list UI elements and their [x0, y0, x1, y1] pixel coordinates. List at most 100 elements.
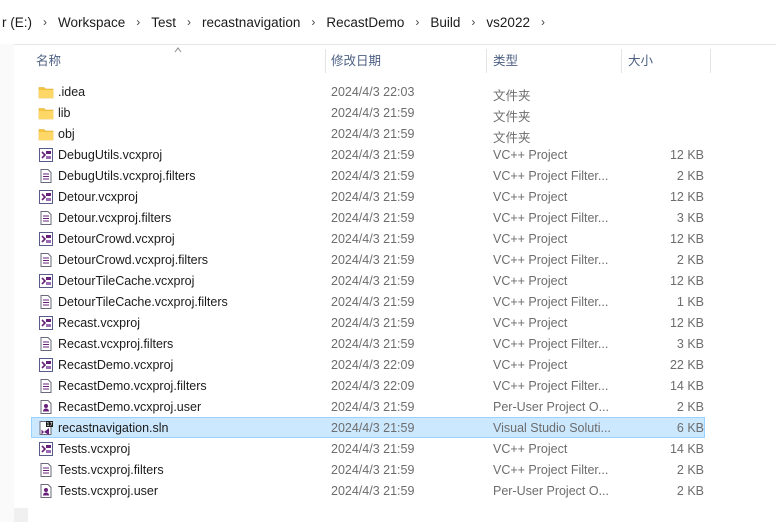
- folder-icon: [38, 105, 54, 121]
- file-date: 2024/4/3 21:59: [331, 274, 415, 288]
- vcxproj-icon: [38, 357, 54, 373]
- file-date: 2024/4/3 22:03: [331, 85, 415, 99]
- file-type: VC++ Project Filter...: [493, 379, 609, 393]
- filters-file-icon: [38, 378, 54, 394]
- filters-file-icon: [38, 168, 54, 184]
- file-name: DebugUtils.vcxproj: [58, 148, 163, 162]
- vcxproj-icon: [38, 441, 54, 457]
- file-row[interactable]: lib 2024/4/3 21:59 文件夹: [31, 102, 705, 124]
- file-row[interactable]: DetourTileCache.vcxproj 2024/4/3 21:59 VC+…: [31, 270, 705, 291]
- column-divider[interactable]: [486, 49, 487, 73]
- breadcrumb-recastnavigation[interactable]: recastnavigation: [198, 15, 304, 30]
- file-size: 3 KB: [676, 211, 704, 225]
- file-name: Tests.vcxproj.user: [58, 484, 159, 498]
- breadcrumb-separator-icon[interactable]: ›: [129, 15, 147, 29]
- file-date: 2024/4/3 21:59: [331, 316, 415, 330]
- file-size: 3 KB: [676, 337, 704, 351]
- file-type: VC++ Project: [493, 358, 568, 372]
- file-row[interactable]: Recast.vcxproj 2024/4/3 21:59 VC++ Project…: [31, 312, 705, 333]
- file-row[interactable]: Tests.vcxproj.user 2024/4/3 21:59 Per-User…: [31, 480, 705, 501]
- vcxproj-icon: [38, 273, 54, 289]
- breadcrumb-drive[interactable]: r (E:): [0, 15, 36, 30]
- scroll-corner: [14, 508, 28, 522]
- file-date: 2024/4/3 21:59: [331, 232, 415, 246]
- breadcrumb-separator-icon[interactable]: ›: [464, 15, 482, 29]
- file-date: 2024/4/3 21:59: [331, 400, 415, 414]
- file-name: Tests.vcxproj: [58, 442, 131, 456]
- file-type: Per-User Project O...: [493, 400, 609, 414]
- breadcrumb-recastdemo[interactable]: RecastDemo: [322, 15, 408, 30]
- file-name: DebugUtils.vcxproj.filters: [58, 169, 196, 183]
- file-size: 12 KB: [669, 232, 704, 246]
- breadcrumb[interactable]: r (E:) › Workspace › Test › recastnaviga…: [0, 0, 776, 45]
- file-row[interactable]: .idea 2024/4/3 22:03 文件夹: [31, 81, 705, 103]
- file-date: 2024/4/3 22:09: [331, 358, 415, 372]
- file-date: 2024/4/3 21:59: [331, 106, 415, 120]
- file-row[interactable]: Recast.vcxproj.filters 2024/4/3 21:59 VC++…: [31, 333, 705, 354]
- file-type: VC++ Project: [493, 232, 568, 246]
- breadcrumb-separator-icon[interactable]: ›: [408, 15, 426, 29]
- file-size: 12 KB: [669, 316, 704, 330]
- breadcrumb-vs2022[interactable]: vs2022: [482, 15, 534, 30]
- file-type: Per-User Project O...: [493, 484, 609, 498]
- file-row[interactable]: DebugUtils.vcxproj 2024/4/3 21:59 VC++ Pro…: [31, 144, 705, 165]
- breadcrumb-build[interactable]: Build: [426, 15, 464, 30]
- column-header-size[interactable]: 大小: [628, 47, 653, 75]
- sln-icon: 17: [38, 420, 54, 436]
- file-row[interactable]: Tests.vcxproj.filters 2024/4/3 21:59 VC++ …: [31, 459, 705, 480]
- filters-file-icon: [38, 462, 54, 478]
- file-row[interactable]: Detour.vcxproj.filters 2024/4/3 21:59 VC++…: [31, 207, 705, 228]
- file-type: VC++ Project: [493, 316, 568, 330]
- file-date: 2024/4/3 21:59: [331, 148, 415, 162]
- file-type: VC++ Project Filter...: [493, 463, 609, 477]
- column-divider[interactable]: [710, 49, 711, 73]
- file-size: 14 KB: [669, 379, 704, 393]
- column-divider[interactable]: [621, 49, 622, 73]
- column-header-row: 名称 修改日期 类型 大小: [0, 47, 776, 75]
- file-size: 2 KB: [676, 484, 704, 498]
- file-row-selected[interactable]: 17 recastnavigation.sln 2024/4/3 21:59 Visu…: [31, 417, 705, 438]
- breadcrumb-separator-icon[interactable]: ›: [534, 15, 552, 29]
- file-date: 2024/4/3 21:59: [331, 211, 415, 225]
- file-name: DetourTileCache.vcxproj.filters: [58, 295, 228, 309]
- file-row[interactable]: RecastDemo.vcxproj.user 2024/4/3 21:59 Per…: [31, 396, 705, 417]
- file-row[interactable]: DetourCrowd.vcxproj.filters 2024/4/3 21:5…: [31, 249, 705, 270]
- file-row[interactable]: DetourTileCache.vcxproj.filters 2024/4/3 …: [31, 291, 705, 312]
- breadcrumb-separator-icon[interactable]: ›: [36, 15, 54, 29]
- file-date: 2024/4/3 21:59: [331, 337, 415, 351]
- file-type: VC++ Project Filter...: [493, 211, 609, 225]
- file-type: VC++ Project Filter...: [493, 295, 609, 309]
- file-row[interactable]: Tests.vcxproj 2024/4/3 21:59 VC++ Project 1…: [31, 438, 705, 459]
- file-type: VC++ Project: [493, 148, 568, 162]
- column-divider[interactable]: [325, 49, 326, 73]
- column-header-date[interactable]: 修改日期: [331, 47, 381, 75]
- breadcrumb-separator-icon[interactable]: ›: [180, 15, 198, 29]
- file-type: VC++ Project Filter...: [493, 169, 609, 183]
- file-date: 2024/4/3 22:09: [331, 379, 415, 393]
- file-date: 2024/4/3 21:59: [331, 295, 415, 309]
- file-date: 2024/4/3 21:59: [331, 169, 415, 183]
- file-size: 1 KB: [676, 295, 704, 309]
- filters-file-icon: [38, 210, 54, 226]
- file-name: Recast.vcxproj: [58, 316, 140, 330]
- user-file-icon: [38, 399, 54, 415]
- left-scrollbar[interactable]: [0, 44, 14, 522]
- file-row[interactable]: obj 2024/4/3 21:59 文件夹: [31, 123, 705, 145]
- filters-file-icon: [38, 252, 54, 268]
- folder-icon: [38, 84, 54, 100]
- file-date: 2024/4/3 21:59: [331, 484, 415, 498]
- file-row[interactable]: RecastDemo.vcxproj.filters 2024/4/3 22:09…: [31, 375, 705, 396]
- breadcrumb-separator-icon[interactable]: ›: [304, 15, 322, 29]
- file-row[interactable]: DetourCrowd.vcxproj 2024/4/3 21:59 VC++ Pr…: [31, 228, 705, 249]
- file-name: DetourCrowd.vcxproj: [58, 232, 175, 246]
- file-name: Tests.vcxproj.filters: [58, 463, 164, 477]
- breadcrumb-test[interactable]: Test: [147, 15, 180, 30]
- file-size: 12 KB: [669, 148, 704, 162]
- file-row[interactable]: RecastDemo.vcxproj 2024/4/3 22:09 VC++ Pro…: [31, 354, 705, 375]
- column-header-type[interactable]: 类型: [493, 47, 518, 75]
- breadcrumb-workspace[interactable]: Workspace: [54, 15, 129, 30]
- file-row[interactable]: Detour.vcxproj 2024/4/3 21:59 VC++ Project…: [31, 186, 705, 207]
- file-name: RecastDemo.vcxproj.filters: [58, 379, 207, 393]
- column-header-name[interactable]: 名称: [36, 47, 61, 75]
- file-row[interactable]: DebugUtils.vcxproj.filters 2024/4/3 21:59…: [31, 165, 705, 186]
